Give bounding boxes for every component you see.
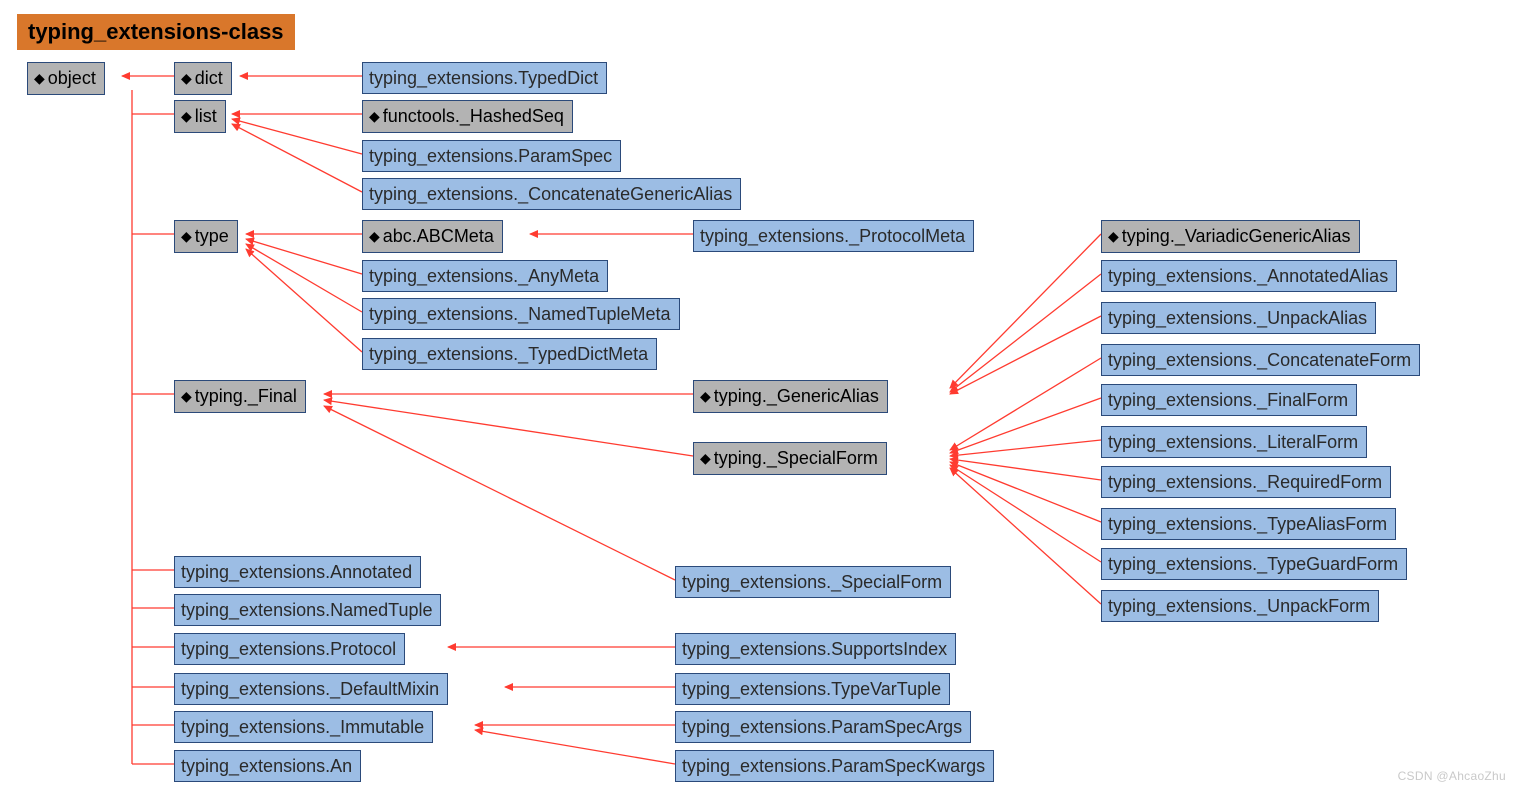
node-variadic-ga: ◆typing._VariadicGenericAlias bbox=[1101, 220, 1360, 253]
label: typing._Final bbox=[195, 386, 297, 406]
diamond-icon: ◆ bbox=[181, 104, 192, 128]
label: dict bbox=[195, 68, 223, 88]
node-unpackform: typing_extensions._UnpackForm bbox=[1101, 590, 1379, 622]
node-typeguardform: typing_extensions._TypeGuardForm bbox=[1101, 548, 1407, 580]
label: typing_extensions.TypedDict bbox=[369, 68, 598, 88]
diamond-icon: ◆ bbox=[369, 224, 380, 248]
node-genericalias: ◆typing._GenericAlias bbox=[693, 380, 888, 413]
node-paramspecargs: typing_extensions.ParamSpecArgs bbox=[675, 711, 971, 743]
node-hashedseq: ◆functools._HashedSeq bbox=[362, 100, 573, 133]
label: typing._SpecialForm bbox=[714, 448, 878, 468]
node-immutable: typing_extensions._Immutable bbox=[174, 711, 433, 743]
node-typeddict: typing_extensions.TypedDict bbox=[362, 62, 607, 94]
label: functools._HashedSeq bbox=[383, 106, 564, 126]
node-concat-generic-alias: typing_extensions._ConcatenateGenericAli… bbox=[362, 178, 741, 210]
label: typing_extensions.Annotated bbox=[181, 562, 412, 582]
node-supportsindex: typing_extensions.SupportsIndex bbox=[675, 633, 956, 665]
diamond-icon: ◆ bbox=[181, 384, 192, 408]
label: typing._VariadicGenericAlias bbox=[1122, 226, 1351, 246]
label: typing_extensions._UnpackForm bbox=[1108, 596, 1370, 616]
label: typing_extensions._TypeGuardForm bbox=[1108, 554, 1398, 574]
label: typing_extensions._DefaultMixin bbox=[181, 679, 439, 699]
node-namedtuplemeta: typing_extensions._NamedTupleMeta bbox=[362, 298, 680, 330]
node-protocol: typing_extensions.Protocol bbox=[174, 633, 405, 665]
label: typing_extensions.An bbox=[181, 756, 352, 776]
label: typing_extensions.NamedTuple bbox=[181, 600, 432, 620]
node-protocolmeta: typing_extensions._ProtocolMeta bbox=[693, 220, 974, 252]
node-typealiasform: typing_extensions._TypeAliasForm bbox=[1101, 508, 1396, 540]
node-typevartuple: typing_extensions.TypeVarTuple bbox=[675, 673, 950, 705]
node-unpackalias: typing_extensions._UnpackAlias bbox=[1101, 302, 1376, 334]
node-type: ◆type bbox=[174, 220, 238, 253]
diamond-icon: ◆ bbox=[181, 224, 192, 248]
title: typing_extensions-class bbox=[17, 14, 295, 50]
node-literalform: typing_extensions._LiteralForm bbox=[1101, 426, 1367, 458]
diamond-icon: ◆ bbox=[1108, 224, 1119, 248]
diamond-icon: ◆ bbox=[181, 66, 192, 90]
node-specialform-gray: ◆typing._SpecialForm bbox=[693, 442, 887, 475]
node-object: ◆object bbox=[27, 62, 105, 95]
label: typing_extensions._UnpackAlias bbox=[1108, 308, 1367, 328]
node-typing-final: ◆typing._Final bbox=[174, 380, 306, 413]
diamond-icon: ◆ bbox=[700, 446, 711, 470]
label: typing_extensions.ParamSpec bbox=[369, 146, 612, 166]
label: typing_extensions.ParamSpecArgs bbox=[682, 717, 962, 737]
node-finalform: typing_extensions._FinalForm bbox=[1101, 384, 1357, 416]
node-defaultmixin: typing_extensions._DefaultMixin bbox=[174, 673, 448, 705]
node-paramspeckwargs: typing_extensions.ParamSpecKwargs bbox=[675, 750, 994, 782]
label: typing._GenericAlias bbox=[714, 386, 879, 406]
label: typing_extensions._TypedDictMeta bbox=[369, 344, 648, 364]
node-dict: ◆dict bbox=[174, 62, 232, 95]
title-text: typing_extensions-class bbox=[28, 19, 284, 44]
label: typing_extensions._AnyMeta bbox=[369, 266, 599, 286]
node-annotatedalias: typing_extensions._AnnotatedAlias bbox=[1101, 260, 1397, 292]
node-paramspec: typing_extensions.ParamSpec bbox=[362, 140, 621, 172]
node-anymeta: typing_extensions._AnyMeta bbox=[362, 260, 608, 292]
node-namedtuple: typing_extensions.NamedTuple bbox=[174, 594, 441, 626]
label: list bbox=[195, 106, 217, 126]
label: typing_extensions._LiteralForm bbox=[1108, 432, 1358, 452]
node-concatform: typing_extensions._ConcatenateForm bbox=[1101, 344, 1420, 376]
node-typeddictmeta: typing_extensions._TypedDictMeta bbox=[362, 338, 657, 370]
diamond-icon: ◆ bbox=[34, 66, 45, 90]
label: abc.ABCMeta bbox=[383, 226, 494, 246]
label: typing_extensions._RequiredForm bbox=[1108, 472, 1382, 492]
label: object bbox=[48, 68, 96, 88]
node-list: ◆list bbox=[174, 100, 226, 133]
label: typing_extensions.SupportsIndex bbox=[682, 639, 947, 659]
watermark: CSDN @AhcaoZhu bbox=[1398, 769, 1506, 783]
label: typing_extensions._ConcatenateForm bbox=[1108, 350, 1411, 370]
watermark-text: CSDN @AhcaoZhu bbox=[1398, 769, 1506, 783]
label: typing_extensions._TypeAliasForm bbox=[1108, 514, 1387, 534]
label: typing_extensions._SpecialForm bbox=[682, 572, 942, 592]
node-annotated: typing_extensions.Annotated bbox=[174, 556, 421, 588]
label: typing_extensions._AnnotatedAlias bbox=[1108, 266, 1388, 286]
label: typing_extensions._FinalForm bbox=[1108, 390, 1348, 410]
label: type bbox=[195, 226, 229, 246]
label: typing_extensions._ProtocolMeta bbox=[700, 226, 965, 246]
node-requiredform: typing_extensions._RequiredForm bbox=[1101, 466, 1391, 498]
node-specialform-blue: typing_extensions._SpecialForm bbox=[675, 566, 951, 598]
node-an: typing_extensions.An bbox=[174, 750, 361, 782]
label: typing_extensions.ParamSpecKwargs bbox=[682, 756, 985, 776]
label: typing_extensions.TypeVarTuple bbox=[682, 679, 941, 699]
label: typing_extensions.Protocol bbox=[181, 639, 396, 659]
label: typing_extensions._ConcatenateGenericAli… bbox=[369, 184, 732, 204]
label: typing_extensions._NamedTupleMeta bbox=[369, 304, 671, 324]
diamond-icon: ◆ bbox=[700, 384, 711, 408]
label: typing_extensions._Immutable bbox=[181, 717, 424, 737]
node-abcmeta: ◆abc.ABCMeta bbox=[362, 220, 503, 253]
diamond-icon: ◆ bbox=[369, 104, 380, 128]
diagram-canvas: typing_extensions-class ◆object ◆dict ◆l… bbox=[0, 0, 1514, 789]
